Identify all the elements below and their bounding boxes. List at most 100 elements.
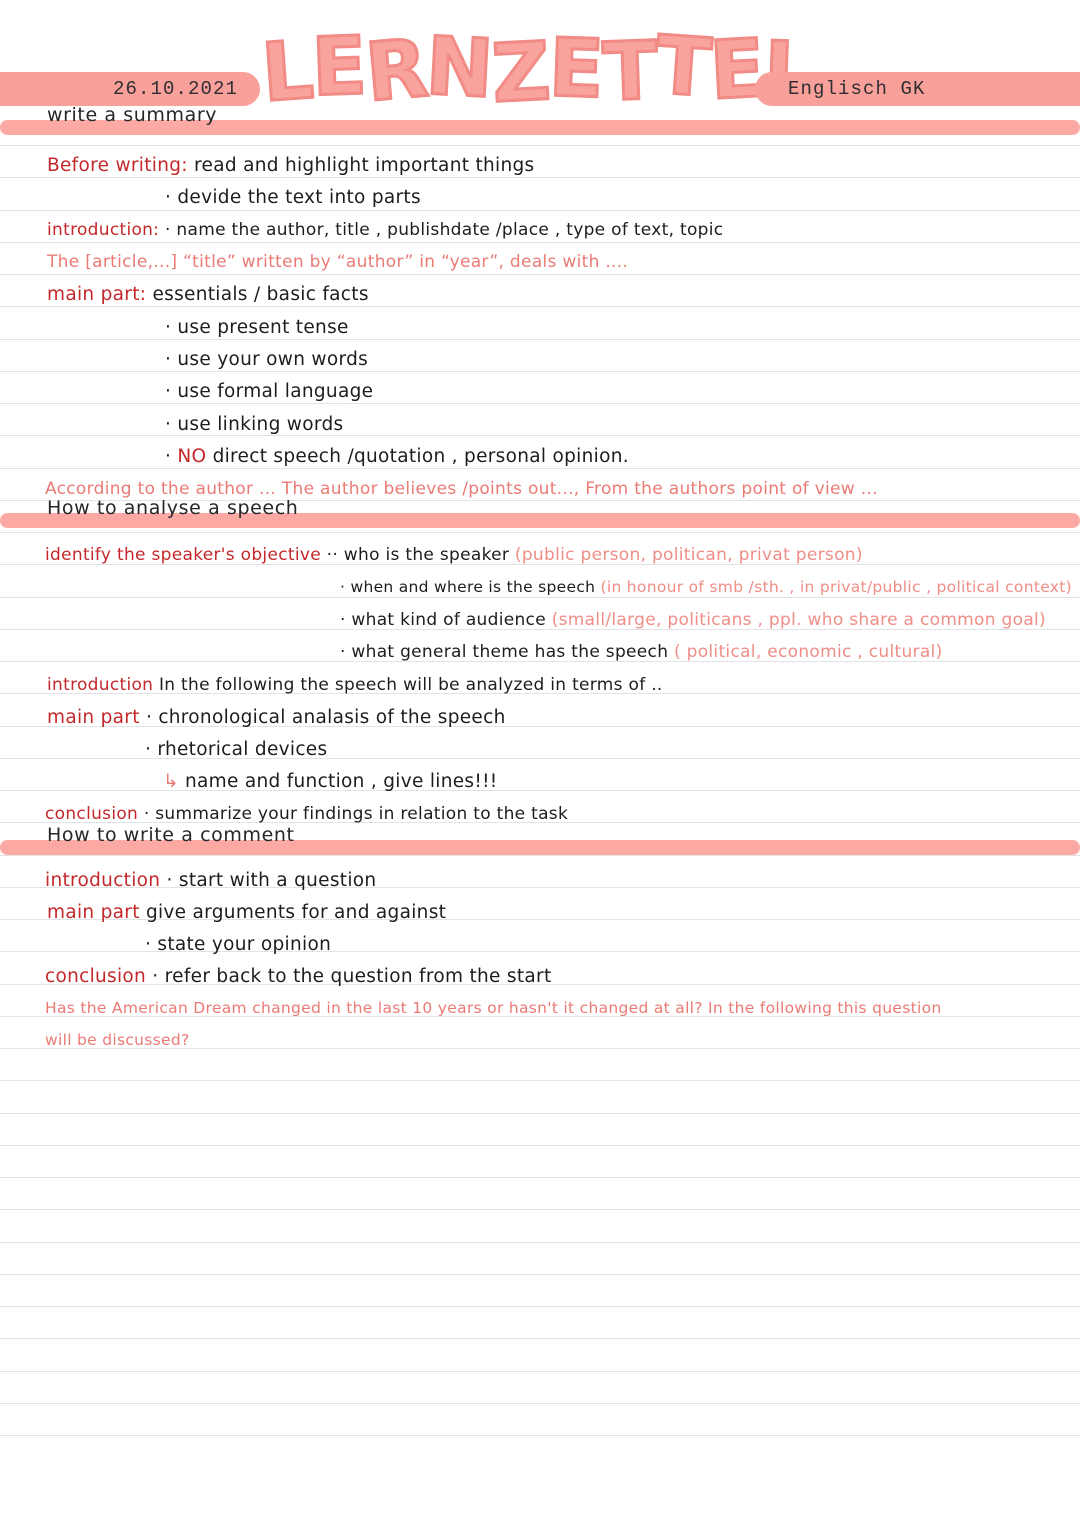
note-text: rhetorical devices xyxy=(157,739,328,760)
note-line: · use your own words xyxy=(165,349,368,370)
note-line: introduction · start with a question xyxy=(45,870,376,891)
bullet-dot: · xyxy=(143,804,156,824)
paper-rule xyxy=(0,435,1080,437)
note-parenthetical: (public person, politican, privat person… xyxy=(509,545,863,565)
paper-rule xyxy=(0,1402,1080,1404)
bullet-dot: · xyxy=(166,870,179,891)
note-line: main part: essentials / basic facts xyxy=(47,284,369,305)
note-text: name the author, title , publishdate /pl… xyxy=(176,220,724,240)
paper-rule xyxy=(0,241,1080,243)
example-sentence: Has the American Dream changed in the la… xyxy=(45,999,942,1017)
note-parenthetical: (small/large, politicans , ppl. who shar… xyxy=(545,610,1046,630)
paper-rule xyxy=(0,370,1080,372)
note-line: Before writing: read and highlight impor… xyxy=(47,155,534,176)
note-line: · NO direct speech /quotation , personal… xyxy=(165,446,629,467)
note-line: conclusion · refer back to the question … xyxy=(45,966,552,987)
paper-rule xyxy=(0,306,1080,308)
notebook-page: LERNZETTEL 26.10.2021 Englisch GK write … xyxy=(0,0,1080,1527)
note-line: · use linking words xyxy=(165,414,343,435)
subject-badge: Englisch GK xyxy=(755,72,1080,106)
example-sentence: will be discussed? xyxy=(45,1031,190,1049)
note-text: summarize your findings in relation to t… xyxy=(155,804,569,824)
note-text: use linking words xyxy=(177,414,344,435)
corner-arrow-icon: ↳ xyxy=(163,771,185,792)
note-line: The [article,...] “title” written by “au… xyxy=(47,252,628,272)
title-letter: E xyxy=(706,20,767,119)
bullet-dot: ·· xyxy=(326,545,344,565)
note-line: · state your opinion xyxy=(145,934,331,955)
bullet-dot: · xyxy=(340,578,351,596)
paper-rule xyxy=(0,1241,1080,1243)
title-letter: Z xyxy=(488,23,553,122)
paper-rule xyxy=(0,1209,1080,1211)
note-line: main part give arguments for and against xyxy=(47,902,446,923)
note-text: devide the text into parts xyxy=(177,187,421,208)
title-letter: L xyxy=(257,22,316,121)
note-line: · rhetorical devices xyxy=(145,739,327,760)
keyword-label: main part xyxy=(47,707,146,728)
note-text: refer back to the question from the star… xyxy=(164,966,552,987)
note-text: use your own words xyxy=(177,349,369,370)
note-text: direct speech /quotation , personal opin… xyxy=(212,446,629,467)
note-line: introduction: · name the author, title ,… xyxy=(47,220,723,240)
note-line: identify the speaker's objective ·· who … xyxy=(45,545,863,565)
paper-rule xyxy=(0,274,1080,275)
paper-rule xyxy=(0,1080,1080,1082)
note-line: According to the author ... The author b… xyxy=(45,479,878,499)
section-banner-label: write a summary xyxy=(47,104,218,126)
paper-rule xyxy=(0,145,1080,146)
bullet-dot: · xyxy=(340,642,352,662)
bullet-dot: · xyxy=(165,381,178,402)
bullet-dot: · xyxy=(145,739,158,760)
note-parenthetical: (in honour of smb /sth. , in privat/publ… xyxy=(595,578,1072,596)
section-banner-label: How to write a comment xyxy=(47,824,295,846)
keyword-label: introduction xyxy=(47,675,159,695)
note-text: chronological analasis of the speech xyxy=(158,707,506,728)
example-sentence: The [article,...] “title” written by “au… xyxy=(47,252,629,272)
bullet-dot: · xyxy=(340,610,352,630)
example-sentence: According to the author ... The author b… xyxy=(45,479,878,499)
section-banner-label: How to analyse a speech xyxy=(47,497,299,519)
keyword-label: conclusion xyxy=(45,966,153,987)
title-letter: N xyxy=(422,18,496,117)
keyword-label: main part: xyxy=(47,284,153,305)
paper-rule xyxy=(0,532,1080,533)
paper-rule xyxy=(0,177,1080,179)
note-text: name and function , give lines!!! xyxy=(184,771,498,792)
paper-rule xyxy=(0,1370,1080,1372)
note-text: use formal language xyxy=(177,381,374,402)
paper-rule xyxy=(0,1112,1080,1114)
keyword-label: conclusion xyxy=(45,804,144,824)
title-letter: R xyxy=(360,20,431,121)
bullet-dot: · xyxy=(165,349,178,370)
note-line: · when and where is the speech (in honou… xyxy=(340,578,1072,596)
paper-rule xyxy=(0,1306,1080,1307)
note-text: read and highlight important things xyxy=(194,155,535,176)
note-line: main part · chronological analasis of th… xyxy=(47,707,506,728)
title-letter: T xyxy=(652,17,715,117)
note-text: who is the speaker xyxy=(343,545,510,565)
paper-rule xyxy=(0,209,1080,211)
paper-rule xyxy=(0,790,1080,791)
keyword-label: Before writing: xyxy=(47,155,195,176)
paper-rule xyxy=(0,1273,1080,1275)
paper-rule xyxy=(0,467,1080,469)
note-line: · devide the text into parts xyxy=(165,187,421,208)
note-text: start with a question xyxy=(178,870,377,891)
keyword-label: introduction xyxy=(45,870,167,891)
note-text: state your opinion xyxy=(157,934,332,955)
date-badge: 26.10.2021 xyxy=(0,72,260,106)
note-line: introduction In the following the speech… xyxy=(47,675,663,695)
paper-rule xyxy=(0,596,1080,598)
note-line: ↳ name and function , give lines!!! xyxy=(163,771,498,792)
note-text: use present tense xyxy=(177,317,349,338)
keyword-label: main part xyxy=(47,902,146,923)
note-line: · what kind of audience (small/large, po… xyxy=(340,610,1046,630)
note-line: conclusion · summarize your findings in … xyxy=(45,804,568,824)
emphasis-no: NO xyxy=(177,446,213,467)
paper-rule xyxy=(0,403,1080,404)
bullet-dot: · xyxy=(165,317,178,338)
note-text: what general theme has the speech xyxy=(351,642,669,662)
note-line: · what general theme has the speech ( po… xyxy=(340,642,943,662)
paper-rule xyxy=(0,1338,1080,1340)
